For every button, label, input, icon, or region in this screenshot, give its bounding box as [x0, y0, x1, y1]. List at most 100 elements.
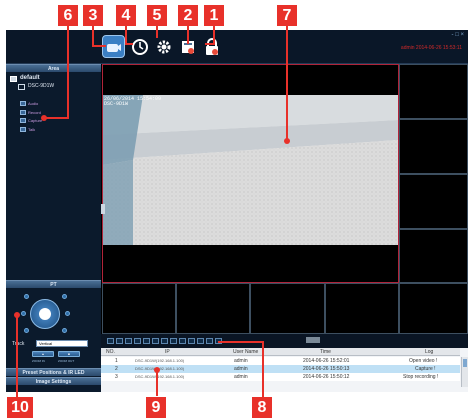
channel-record[interactable]: Record	[28, 110, 41, 115]
video-grid: 26/06/2014 15:54:09 DSC-9D1W	[101, 64, 468, 334]
camera-channel-icon	[20, 110, 26, 115]
zoom-in-arrow-button[interactable]: ▲	[32, 351, 54, 357]
area-panel-header: Area	[6, 64, 101, 72]
layout-13-icon[interactable]	[161, 338, 168, 344]
callout-line-6	[67, 26, 69, 118]
video-cell[interactable]	[176, 283, 250, 334]
image-settings-header[interactable]: Image Settings	[6, 377, 101, 385]
video-cell[interactable]	[399, 64, 468, 119]
layout-36-icon[interactable]	[188, 338, 195, 344]
zoom-in-label[interactable]: ZOOM IN	[32, 359, 45, 363]
callout-7: 7	[277, 5, 297, 26]
ptz-right-button[interactable]	[65, 311, 70, 316]
cell-time: 2014-06-26 15:52:01	[303, 358, 350, 364]
tree-root-default[interactable]: default	[20, 75, 40, 81]
panel-collapse-handle[interactable]	[101, 204, 105, 214]
layout-9-icon[interactable]	[143, 338, 150, 344]
layout-4-icon[interactable]	[116, 338, 123, 344]
cell-ip: DSC-9D1W(192.168.1.100)	[135, 358, 185, 363]
window-controls[interactable]: - □ ×	[452, 32, 464, 38]
callout-line-3	[92, 26, 94, 46]
log-scrollbar[interactable]	[461, 357, 468, 387]
callout-8: 8	[252, 397, 272, 418]
channel-talk[interactable]: Talk	[28, 127, 35, 132]
cell-log: Capture !	[415, 366, 436, 372]
layout-64-icon[interactable]	[197, 338, 204, 344]
video-cell[interactable]	[399, 229, 468, 283]
callout-line-1	[213, 26, 215, 44]
callout-6: 6	[58, 5, 78, 26]
table-row[interactable]: 1 DSC-9D1W(192.168.1.100) admin 2014-06-…	[101, 357, 460, 365]
ptz-up-left-button[interactable]	[24, 294, 29, 299]
layout-1-icon[interactable]	[107, 338, 114, 344]
ptz-down-left-button[interactable]	[24, 328, 29, 333]
layout-16-icon[interactable]	[170, 338, 177, 344]
callout-3: 3	[83, 5, 103, 26]
col-no: NO.	[106, 349, 115, 355]
ptz-down-right-button[interactable]	[62, 328, 67, 333]
fullscreen-icon[interactable]	[206, 338, 213, 344]
callout-line-4	[125, 26, 127, 44]
channel-capture[interactable]: Capture	[28, 118, 42, 123]
screenshot-root: 6 3 4 5 2 1 7 - □ × admin 2014-06-26 15:…	[0, 0, 468, 419]
callout-line-8	[262, 341, 264, 397]
splitter-handle[interactable]	[306, 337, 320, 343]
track-select[interactable]: Vertical	[36, 340, 88, 347]
zoom-out-label[interactable]: ZOOM OUT	[58, 359, 74, 363]
device-icon	[18, 84, 25, 90]
video-cell[interactable]	[399, 283, 468, 334]
callout-dot-6	[41, 115, 47, 121]
preset-panel-header[interactable]: Preset Positions & IR LED	[6, 368, 101, 376]
ptz-center-icon[interactable]	[39, 308, 51, 320]
scrollbar-thumb[interactable]	[463, 359, 467, 367]
layout-8-icon[interactable]	[134, 338, 141, 344]
layout-6-icon[interactable]	[125, 338, 132, 344]
ptz-left-button[interactable]	[21, 311, 26, 316]
ptz-panel-header: PT	[6, 280, 101, 288]
camera-channel-icon	[20, 101, 26, 106]
video-cell[interactable]	[250, 283, 325, 334]
callout-1: 1	[204, 5, 224, 26]
callout-line-3b	[92, 45, 106, 47]
video-cell[interactable]	[399, 119, 468, 174]
video-cell[interactable]	[102, 283, 176, 334]
video-cell[interactable]	[325, 283, 399, 334]
table-row[interactable]: 3 DSC-9D1W(192.168.1.100) admin 2014-06-…	[101, 373, 460, 381]
callout-dot-9	[154, 367, 160, 373]
cell-user: admin	[234, 366, 248, 372]
video-timestamp-overlay: 26/06/2014 15:54:09 DSC-9D1W	[104, 97, 161, 107]
cell-time: 2014-06-26 15:50:13	[303, 366, 350, 372]
playback-icon[interactable]	[128, 35, 151, 58]
cell-ip: DSC-9D1W(192.168.1.100)	[135, 374, 185, 379]
timestamp-line2: DSC-9D1W	[104, 101, 129, 107]
cell-no: 1	[115, 358, 118, 364]
log-header-row	[101, 348, 460, 356]
callout-dot-10	[14, 312, 20, 318]
cell-no: 2	[115, 366, 118, 372]
callout-9: 9	[146, 397, 166, 418]
callout-line-9	[156, 370, 158, 396]
tree-device[interactable]: DSC-9D1W	[28, 83, 54, 89]
callout-4: 4	[116, 5, 136, 26]
ptz-up-right-button[interactable]	[62, 294, 67, 299]
track-label: Track	[12, 341, 25, 347]
callout-line-2	[187, 26, 189, 44]
ptz-direction-pad[interactable]	[30, 299, 60, 329]
gear-icon[interactable]	[152, 35, 175, 58]
callout-2: 2	[178, 5, 198, 26]
layout-25-icon[interactable]	[179, 338, 186, 344]
camera-channel-icon	[20, 127, 26, 132]
user-status-text: admin 2014-06-26 15:53:11	[400, 45, 462, 51]
video-cell[interactable]	[399, 174, 468, 229]
zoom-out-arrow-button[interactable]: ■	[58, 351, 80, 357]
cell-user: admin	[234, 374, 248, 380]
channel-audio[interactable]: Audio	[28, 101, 38, 106]
camera-feed-image	[103, 95, 398, 245]
cell-time: 2014-06-26 15:50:12	[303, 374, 350, 380]
callout-line-8b	[218, 341, 264, 343]
main-video-view[interactable]: 26/06/2014 15:54:09 DSC-9D1W	[102, 64, 399, 283]
cell-user: admin	[234, 358, 248, 364]
callout-line-7	[286, 26, 288, 140]
lock-icon[interactable]	[200, 35, 223, 58]
layout-10-icon[interactable]	[152, 338, 159, 344]
